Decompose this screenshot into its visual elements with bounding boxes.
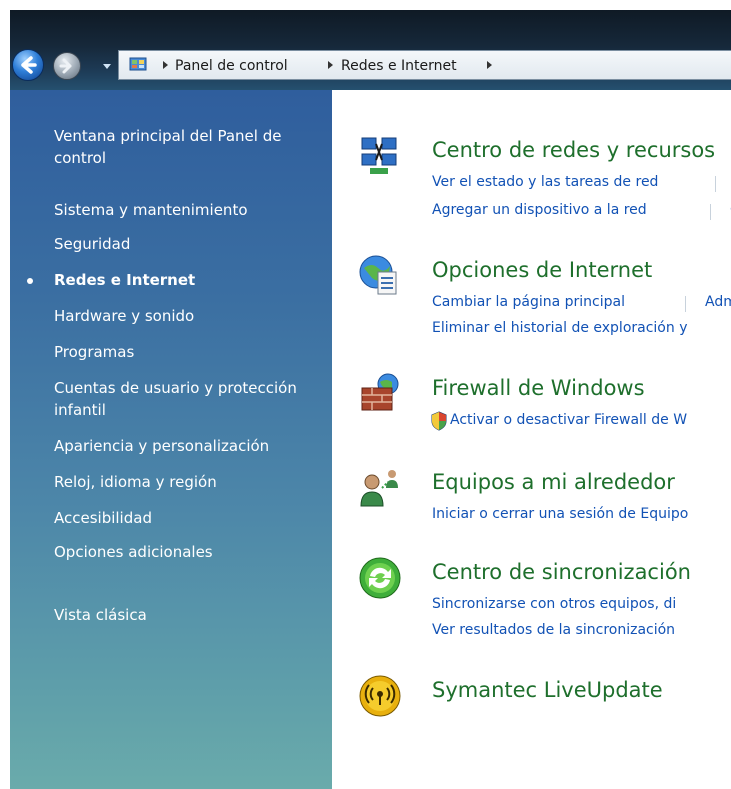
category-title[interactable]: Firewall de Windows (432, 376, 645, 400)
sidebar-item-security[interactable]: Seguridad (54, 233, 324, 255)
task-separator (715, 176, 716, 192)
category-title[interactable]: Centro de sincronización (432, 560, 691, 584)
control-panel-icon (129, 57, 147, 71)
sidebar: Ventana principal del Panel de control S… (10, 90, 332, 789)
sidebar-item-system-maintenance[interactable]: Sistema y mantenimiento (54, 199, 324, 221)
address-bar[interactable]: Panel de control Redes e Internet (118, 50, 731, 80)
task-link[interactable]: Sincronizarse con otros equipos, di (432, 596, 676, 612)
sidebar-item-clock-language[interactable]: Reloj, idioma y región (54, 471, 324, 493)
breadcrumb-separator-icon (163, 61, 168, 69)
sidebar-item-programs[interactable]: Programas (54, 341, 324, 363)
category-title[interactable]: Symantec LiveUpdate (432, 678, 663, 702)
task-separator (710, 204, 711, 220)
sidebar-item-additional-options[interactable]: Opciones adicionales (54, 541, 324, 563)
people-near-me-icon (360, 470, 398, 507)
task-link[interactable]: Eliminar el historial de exploración y (432, 320, 687, 336)
forward-arrow-icon (59, 58, 72, 74)
sidebar-item-control-panel-home[interactable]: Ventana principal del Panel de control (54, 125, 324, 169)
sidebar-item-accessibility[interactable]: Accesibilidad (54, 507, 324, 529)
category-title[interactable]: Equipos a mi alrededor (432, 470, 675, 494)
frame-top (0, 0, 731, 10)
sidebar-item-network-internet[interactable]: Redes e Internet (54, 269, 324, 291)
breadcrumb-separator-icon[interactable] (487, 61, 492, 69)
sidebar-item-hardware-sound[interactable]: Hardware y sonido (54, 305, 324, 327)
category-title[interactable]: Opciones de Internet (432, 258, 652, 282)
category-title[interactable]: Centro de redes y recursos (432, 138, 715, 162)
back-button[interactable] (12, 49, 44, 81)
liveupdate-icon (359, 675, 401, 717)
recent-pages-dropdown-icon[interactable] (103, 64, 111, 69)
sidebar-item-user-accounts[interactable]: Cuentas de usuario y protección infantil (54, 377, 324, 421)
back-arrow-icon (21, 56, 37, 74)
main-content: Centro de redes y recursos Ver el estado… (332, 90, 731, 789)
task-link[interactable]: Adm (705, 294, 731, 310)
task-link[interactable]: Agregar un dispositivo a la red (432, 202, 647, 218)
sidebar-item-appearance[interactable]: Apariencia y personalización (54, 435, 324, 457)
task-link[interactable]: Activar o desactivar Firewall de W (450, 412, 687, 428)
frame-left (0, 0, 10, 789)
breadcrumb-network-internet[interactable]: Redes e Internet (341, 58, 457, 74)
task-link[interactable]: Ver el estado y las tareas de red (432, 174, 658, 190)
sidebar-item-classic-view[interactable]: Vista clásica (54, 604, 324, 626)
firewall-icon (361, 373, 399, 411)
task-link[interactable]: Cambiar la página principal (432, 294, 625, 310)
current-section-bullet-icon (27, 278, 33, 284)
task-separator (685, 296, 686, 312)
sync-center-icon (359, 557, 401, 599)
breadcrumb-separator-icon (328, 61, 333, 69)
task-link[interactable]: Iniciar o cerrar una sesión de Equipo (432, 506, 688, 522)
network-center-icon (361, 137, 397, 174)
breadcrumb-control-panel[interactable]: Panel de control (175, 58, 288, 74)
task-link[interactable]: Ver resultados de la sincronización (432, 622, 675, 638)
internet-options-icon (359, 255, 397, 295)
uac-shield-icon (431, 411, 447, 431)
forward-button[interactable] (53, 52, 81, 80)
